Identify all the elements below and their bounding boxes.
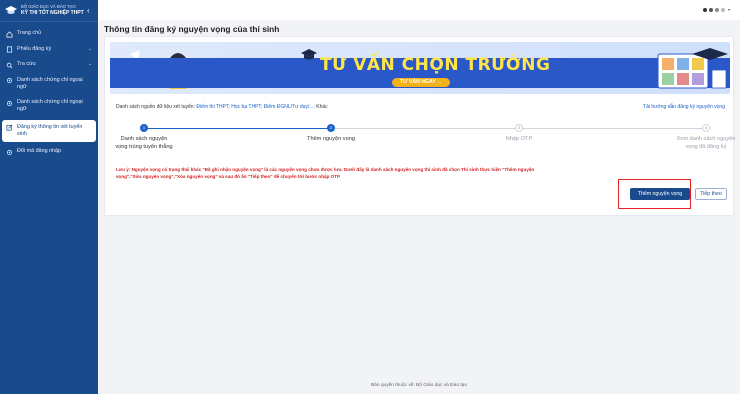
data-source-row: Danh sách nguồn dữ liệu xét tuyển: Điểm … xyxy=(116,104,328,110)
chevron-left-icon[interactable]: ‹ xyxy=(87,6,90,15)
brand-exam-name: KỲ THI TỐT NGHIỆP THPT xyxy=(21,9,84,16)
chevron-down-icon: ⌄ xyxy=(87,45,92,52)
sidebar-nav: Trang chủ Phiếu đăng ký ⌄ Tra cứu ⌄ Danh… xyxy=(0,26,98,160)
data-source-prefix: Danh sách nguồn dữ liệu xét tuyển: xyxy=(116,104,195,110)
next-button[interactable]: Tiếp theo xyxy=(695,188,727,200)
search-icon xyxy=(6,62,13,68)
document-icon xyxy=(6,46,13,53)
sidebar-item-label: Trang chủ xyxy=(17,30,42,36)
user-menu[interactable]: ▾ xyxy=(702,7,730,12)
sidebar-item-admission-registration[interactable]: Đăng ký thông tin xét tuyển sinh xyxy=(2,119,96,143)
user-avatar-dot xyxy=(714,7,719,12)
graduation-cap-icon xyxy=(5,5,17,14)
sidebar-item-label: Danh sách chứng chỉ ngoại ngữ xyxy=(17,76,83,90)
home-icon xyxy=(6,30,13,37)
step-connector xyxy=(144,128,331,129)
chevron-down-icon: ⌄ xyxy=(87,61,92,67)
sidebar-item-language-certificates-2[interactable]: Danh sách chứng chỉ ngoại ngữ xyxy=(0,95,98,118)
graduation-cap-icon xyxy=(301,49,317,60)
sidebar: BỘ GIÁO DỤC VÀ ĐÀO TẠO KỲ THI TỐT NGHIỆP… xyxy=(0,0,98,394)
add-wish-button[interactable]: Thêm nguyện vọng xyxy=(630,188,690,200)
user-avatar-dot xyxy=(708,7,713,12)
sidebar-item-lookup[interactable]: Tra cứu ⌄ xyxy=(0,57,98,73)
step-3-label: Nhập OTP xyxy=(505,136,533,142)
sidebar-item-language-certificates[interactable]: Danh sách chứng chỉ ngoại ngữ xyxy=(0,73,98,96)
banner-headline: TƯ VẤN CHỌN TRƯỜNG xyxy=(320,55,551,75)
step-2-dot: 2 xyxy=(327,124,335,132)
gear-icon xyxy=(7,149,12,155)
user-avatar-dot xyxy=(720,7,725,12)
data-source-suffix: Khác xyxy=(316,104,328,110)
step-1-label: Danh sách nguyện vọng trúng tuyển thẳng xyxy=(115,136,173,150)
gear-icon xyxy=(7,78,12,83)
step-1-dot: 1 xyxy=(140,124,148,132)
step-4-dot: 4 xyxy=(702,124,710,132)
brand-ministry: BỘ GIÁO DỤC VÀ ĐÀO TẠO xyxy=(21,4,76,10)
user-avatar-dot xyxy=(702,7,707,12)
footer-copyright: Bản quyền thuộc về: Bộ Giáo dục và Đào t… xyxy=(370,383,467,388)
step-4-label: Xem danh sách nguyện vọng đã đăng ký xyxy=(676,136,736,150)
registration-card: TƯ VẤN CHỌN TRƯỜNG TƯ VẤN NGAY → Danh sá… xyxy=(104,36,735,216)
brand-text: BỘ GIÁO DỤC VÀ ĐÀO TẠO KỲ THI TỐT NGHIỆP… xyxy=(21,5,84,15)
sidebar-item-label: Đăng ký thông tin xét tuyển sinh xyxy=(17,123,83,137)
brand-header[interactable]: BỘ GIÁO DỤC VÀ ĐÀO TẠO KỲ THI TỐT NGHIỆP… xyxy=(0,0,98,22)
warning-note: Lưu ý: Nguyện vọng có trạng thái khác "Đ… xyxy=(116,167,535,179)
step-3-dot: 3 xyxy=(515,124,523,132)
sidebar-item-label: Tra cứu xyxy=(17,61,36,67)
chevron-down-icon: ▾ xyxy=(727,7,730,12)
top-bar: ▾ xyxy=(98,0,740,20)
students-screen-illustration xyxy=(657,48,728,89)
sidebar-item-label: Danh sách chứng chỉ ngoại ngữ xyxy=(17,99,83,113)
step-2-label: Thêm nguyện vọng xyxy=(307,136,355,142)
sidebar-item-label: Đổi mã đăng nhập xyxy=(17,148,62,155)
page-title: Thông tin đăng ký nguyện vọng của thí si… xyxy=(104,24,280,34)
registration-stepper: 1 2 3 4 Danh sách nguyện vọng trúng tuyể… xyxy=(115,121,735,165)
consult-now-button[interactable]: TƯ VẤN NGAY → xyxy=(392,78,451,87)
step-connector xyxy=(520,128,702,129)
data-source-links[interactable]: Điểm thi THPT; Học bạ THPT; Điểm ĐGNL/Tư… xyxy=(196,104,314,110)
sidebar-item-home[interactable]: Trang chủ xyxy=(0,26,98,42)
sidebar-item-registration-form[interactable]: Phiếu đăng ký ⌄ xyxy=(0,42,98,58)
step-connector xyxy=(335,128,515,129)
sidebar-item-change-password[interactable]: Đổi mã đăng nhập xyxy=(0,144,98,160)
sidebar-item-label: Phiếu đăng ký xyxy=(17,45,52,52)
gear-icon xyxy=(7,100,12,106)
edit-icon xyxy=(6,124,13,131)
consulting-banner[interactable]: TƯ VẤN CHỌN TRƯỜNG TƯ VẤN NGAY → xyxy=(110,42,730,94)
download-guide-link[interactable]: Tải hướng dẫn đăng ký nguyện vọng xyxy=(643,104,725,110)
